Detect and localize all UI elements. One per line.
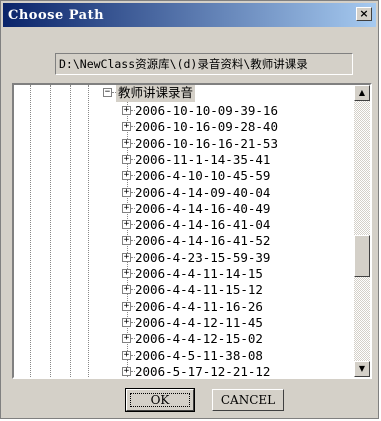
expand-icon[interactable]: + bbox=[122, 317, 131, 327]
expand-icon[interactable]: + bbox=[122, 138, 131, 148]
tree-guide-line bbox=[88, 85, 89, 377]
tree-item-label: 2006-10-10-09-39-16 bbox=[135, 103, 278, 118]
expand-icon[interactable]: + bbox=[122, 106, 131, 115]
tree-item-label: 2006-4-4-11-15-12 bbox=[135, 282, 263, 298]
expand-icon[interactable]: + bbox=[122, 252, 131, 262]
tree-root-label: 教师讲课录音 bbox=[116, 85, 196, 102]
tree-guide-line bbox=[70, 85, 71, 377]
expand-icon[interactable]: + bbox=[122, 203, 131, 213]
tree-item-label: 2006-4-4-12-11-45 bbox=[135, 314, 263, 330]
tree-guide-line bbox=[30, 85, 31, 377]
scroll-down-button[interactable]: ▼ bbox=[354, 361, 370, 377]
vertical-scrollbar[interactable]: ▲ ▼ bbox=[354, 85, 370, 377]
expand-icon[interactable]: + bbox=[122, 350, 131, 360]
scroll-thumb[interactable] bbox=[354, 235, 370, 277]
window-title: Choose Path bbox=[8, 8, 105, 23]
expand-icon[interactable]: + bbox=[122, 220, 131, 230]
title-bar[interactable]: Choose Path × bbox=[3, 3, 376, 27]
expand-icon[interactable]: + bbox=[122, 236, 131, 246]
close-button[interactable]: × bbox=[356, 7, 372, 21]
ok-button[interactable]: OK bbox=[125, 388, 195, 412]
focus-rect bbox=[130, 393, 190, 407]
folder-tree[interactable]: − 教师讲课录音 +2006-10-10-09-39-16 +2006-10-16… bbox=[12, 83, 372, 379]
collapse-icon[interactable]: − bbox=[103, 88, 112, 97]
tree-item-label: 2006-4-4-11-14-15 bbox=[135, 266, 263, 281]
tree-item-label: 2006-11-1-14-35-41 bbox=[135, 151, 271, 167]
tree-item-label: 2006-10-16-16-21-53 bbox=[135, 135, 278, 151]
tree-item-label: 2006-5-17-12-21-12 bbox=[135, 363, 271, 379]
expand-icon[interactable]: + bbox=[122, 154, 131, 164]
expand-icon[interactable]: + bbox=[122, 334, 131, 344]
tree-item-label: 2006-4-14-16-41-04 bbox=[135, 217, 271, 233]
tree-item-label: 2006-4-14-16-40-49 bbox=[135, 200, 271, 216]
cancel-button[interactable]: CANCEL bbox=[212, 389, 284, 411]
expand-icon[interactable]: + bbox=[122, 269, 131, 278]
expand-icon[interactable]: + bbox=[122, 122, 131, 132]
expand-icon[interactable]: + bbox=[122, 187, 131, 197]
tree-item-label: 2006-4-5-11-38-08 bbox=[135, 347, 263, 363]
tree-item-label: 2006-4-23-15-59-39 bbox=[135, 249, 271, 265]
expand-icon[interactable]: + bbox=[122, 285, 131, 295]
expand-icon[interactable]: + bbox=[122, 301, 131, 311]
tree-item-label: 2006-4-14-09-40-04 bbox=[135, 184, 271, 200]
tree-item-label: 2006-4-4-12-15-02 bbox=[135, 331, 263, 347]
tree-item-label: 2006-4-14-16-41-52 bbox=[135, 233, 271, 249]
tree-item-label: 2006-10-16-09-28-40 bbox=[135, 119, 278, 135]
tree-guide-line bbox=[50, 85, 51, 377]
tree-item-label: 2006-4-10-10-45-59 bbox=[135, 168, 271, 184]
tree-item-label: 2006-4-4-11-16-26 bbox=[135, 298, 263, 314]
choose-path-dialog: Choose Path × D:\NewClass资源库\(d)录音资料\教师讲… bbox=[0, 0, 379, 419]
expand-icon[interactable]: + bbox=[122, 366, 131, 376]
expand-icon[interactable]: + bbox=[122, 171, 131, 181]
path-field: D:\NewClass资源库\(d)录音资料\教师讲课录 bbox=[55, 53, 353, 75]
scroll-up-button[interactable]: ▲ bbox=[354, 85, 370, 101]
